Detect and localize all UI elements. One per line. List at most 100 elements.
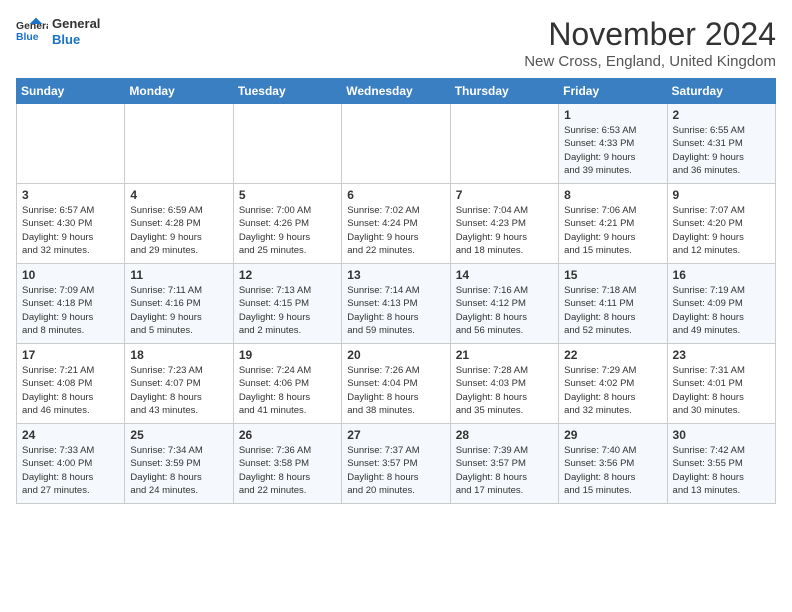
day-number: 26 xyxy=(239,428,336,442)
day-number: 17 xyxy=(22,348,119,362)
cell-4-6: 30 Sunrise: 7:42 AM Sunset: 3:55 PM Dayli… xyxy=(667,424,775,504)
cell-1-6: 9Sunrise: 7:07 AM Sunset: 4:20 PM Daylig… xyxy=(667,184,775,264)
cell-2-3: 13 Sunrise: 7:14 AM Sunset: 4:13 PM Dayli… xyxy=(342,264,450,344)
calendar-header: SundayMondayTuesdayWednesdayThursdayFrid… xyxy=(17,79,776,104)
day-info: Sunrise: 6:55 AM Sunset: 4:31 PM Dayligh… xyxy=(673,124,770,177)
header-row: SundayMondayTuesdayWednesdayThursdayFrid… xyxy=(17,79,776,104)
day-number: 30 xyxy=(673,428,770,442)
day-info: Sunrise: 7:02 AM Sunset: 4:24 PM Dayligh… xyxy=(347,204,444,257)
day-info: Sunrise: 7:11 AM Sunset: 4:16 PM Dayligh… xyxy=(130,284,227,337)
header-wednesday: Wednesday xyxy=(342,79,450,104)
day-info: Sunrise: 6:59 AM Sunset: 4:28 PM Dayligh… xyxy=(130,204,227,257)
cell-4-4: 28 Sunrise: 7:39 AM Sunset: 3:57 PM Dayli… xyxy=(450,424,558,504)
cell-1-5: 8 Sunrise: 7:06 AM Sunset: 4:21 PM Daylig… xyxy=(559,184,667,264)
logo: General Blue General Blue xyxy=(16,16,100,48)
cell-2-6: 16 Sunrise: 7:19 AM Sunset: 4:09 PM Dayli… xyxy=(667,264,775,344)
cell-0-1 xyxy=(125,104,233,184)
cell-0-5: 1Sunrise: 6:53 AM Sunset: 4:33 PM Daylig… xyxy=(559,104,667,184)
cell-3-0: 17 Sunrise: 7:21 AM Sunset: 4:08 PM Dayli… xyxy=(17,344,125,424)
cell-0-0 xyxy=(17,104,125,184)
day-number: 1 xyxy=(564,108,661,122)
calendar-subtitle: New Cross, England, United Kingdom xyxy=(524,53,776,70)
cell-1-0: 3Sunrise: 6:57 AM Sunset: 4:30 PM Daylig… xyxy=(17,184,125,264)
title-area: November 2024 New Cross, England, United… xyxy=(524,16,776,70)
day-number: 7 xyxy=(456,188,553,202)
cell-1-2: 5 Sunrise: 7:00 AM Sunset: 4:26 PM Daylig… xyxy=(233,184,341,264)
day-number: 15 xyxy=(564,268,661,282)
day-info: Sunrise: 7:04 AM Sunset: 4:23 PM Dayligh… xyxy=(456,204,553,257)
day-info: Sunrise: 7:33 AM Sunset: 4:00 PM Dayligh… xyxy=(22,444,119,497)
day-number: 27 xyxy=(347,428,444,442)
logo-icon: General Blue xyxy=(16,16,48,48)
cell-2-2: 12 Sunrise: 7:13 AM Sunset: 4:15 PM Dayli… xyxy=(233,264,341,344)
day-info: Sunrise: 7:37 AM Sunset: 3:57 PM Dayligh… xyxy=(347,444,444,497)
header: General Blue General Blue November 2024 … xyxy=(16,16,776,70)
day-number: 4 xyxy=(130,188,227,202)
cell-2-5: 15 Sunrise: 7:18 AM Sunset: 4:11 PM Dayli… xyxy=(559,264,667,344)
day-info: Sunrise: 7:29 AM Sunset: 4:02 PM Dayligh… xyxy=(564,364,661,417)
calendar-table: SundayMondayTuesdayWednesdayThursdayFrid… xyxy=(16,78,776,504)
day-number: 8 xyxy=(564,188,661,202)
day-number: 11 xyxy=(130,268,227,282)
day-info: Sunrise: 7:14 AM Sunset: 4:13 PM Dayligh… xyxy=(347,284,444,337)
header-sunday: Sunday xyxy=(17,79,125,104)
day-info: Sunrise: 7:19 AM Sunset: 4:09 PM Dayligh… xyxy=(673,284,770,337)
cell-0-2 xyxy=(233,104,341,184)
cell-2-0: 10Sunrise: 7:09 AM Sunset: 4:18 PM Dayli… xyxy=(17,264,125,344)
header-monday: Monday xyxy=(125,79,233,104)
cell-1-1: 4 Sunrise: 6:59 AM Sunset: 4:28 PM Daylig… xyxy=(125,184,233,264)
day-info: Sunrise: 7:16 AM Sunset: 4:12 PM Dayligh… xyxy=(456,284,553,337)
day-info: Sunrise: 7:13 AM Sunset: 4:15 PM Dayligh… xyxy=(239,284,336,337)
cell-0-3 xyxy=(342,104,450,184)
day-info: Sunrise: 7:31 AM Sunset: 4:01 PM Dayligh… xyxy=(673,364,770,417)
day-info: Sunrise: 7:23 AM Sunset: 4:07 PM Dayligh… xyxy=(130,364,227,417)
day-number: 5 xyxy=(239,188,336,202)
header-thursday: Thursday xyxy=(450,79,558,104)
header-saturday: Saturday xyxy=(667,79,775,104)
day-number: 24 xyxy=(22,428,119,442)
cell-4-5: 29Sunrise: 7:40 AM Sunset: 3:56 PM Dayli… xyxy=(559,424,667,504)
day-number: 28 xyxy=(456,428,553,442)
day-number: 6 xyxy=(347,188,444,202)
day-number: 12 xyxy=(239,268,336,282)
cell-2-1: 11 Sunrise: 7:11 AM Sunset: 4:16 PM Dayli… xyxy=(125,264,233,344)
day-info: Sunrise: 7:06 AM Sunset: 4:21 PM Dayligh… xyxy=(564,204,661,257)
day-number: 10 xyxy=(22,268,119,282)
day-number: 13 xyxy=(347,268,444,282)
day-info: Sunrise: 7:18 AM Sunset: 4:11 PM Dayligh… xyxy=(564,284,661,337)
day-info: Sunrise: 7:26 AM Sunset: 4:04 PM Dayligh… xyxy=(347,364,444,417)
calendar-title: November 2024 xyxy=(524,16,776,53)
day-number: 25 xyxy=(130,428,227,442)
cell-1-4: 7 Sunrise: 7:04 AM Sunset: 4:23 PM Daylig… xyxy=(450,184,558,264)
day-number: 19 xyxy=(239,348,336,362)
cell-3-2: 19 Sunrise: 7:24 AM Sunset: 4:06 PM Dayli… xyxy=(233,344,341,424)
cell-4-3: 27 Sunrise: 7:37 AM Sunset: 3:57 PM Dayli… xyxy=(342,424,450,504)
week-row-3: 17 Sunrise: 7:21 AM Sunset: 4:08 PM Dayli… xyxy=(17,344,776,424)
day-info: Sunrise: 7:28 AM Sunset: 4:03 PM Dayligh… xyxy=(456,364,553,417)
cell-3-3: 20Sunrise: 7:26 AM Sunset: 4:04 PM Dayli… xyxy=(342,344,450,424)
day-number: 3 xyxy=(22,188,119,202)
day-info: Sunrise: 7:07 AM Sunset: 4:20 PM Dayligh… xyxy=(673,204,770,257)
cell-3-1: 18 Sunrise: 7:23 AM Sunset: 4:07 PM Dayli… xyxy=(125,344,233,424)
week-row-1: 3Sunrise: 6:57 AM Sunset: 4:30 PM Daylig… xyxy=(17,184,776,264)
week-row-0: 1Sunrise: 6:53 AM Sunset: 4:33 PM Daylig… xyxy=(17,104,776,184)
day-number: 18 xyxy=(130,348,227,362)
day-info: Sunrise: 7:39 AM Sunset: 3:57 PM Dayligh… xyxy=(456,444,553,497)
svg-text:Blue: Blue xyxy=(16,32,39,43)
logo-text: General Blue xyxy=(52,16,100,47)
header-friday: Friday xyxy=(559,79,667,104)
day-number: 23 xyxy=(673,348,770,362)
cell-4-2: 26 Sunrise: 7:36 AM Sunset: 3:58 PM Dayli… xyxy=(233,424,341,504)
cell-3-4: 21Sunrise: 7:28 AM Sunset: 4:03 PM Dayli… xyxy=(450,344,558,424)
day-info: Sunrise: 7:42 AM Sunset: 3:55 PM Dayligh… xyxy=(673,444,770,497)
day-number: 29 xyxy=(564,428,661,442)
day-number: 16 xyxy=(673,268,770,282)
cell-3-6: 23 Sunrise: 7:31 AM Sunset: 4:01 PM Dayli… xyxy=(667,344,775,424)
cell-3-5: 22Sunrise: 7:29 AM Sunset: 4:02 PM Dayli… xyxy=(559,344,667,424)
cell-2-4: 14Sunrise: 7:16 AM Sunset: 4:12 PM Dayli… xyxy=(450,264,558,344)
day-info: Sunrise: 7:21 AM Sunset: 4:08 PM Dayligh… xyxy=(22,364,119,417)
day-info: Sunrise: 7:36 AM Sunset: 3:58 PM Dayligh… xyxy=(239,444,336,497)
day-info: Sunrise: 7:24 AM Sunset: 4:06 PM Dayligh… xyxy=(239,364,336,417)
cell-0-6: 2Sunrise: 6:55 AM Sunset: 4:31 PM Daylig… xyxy=(667,104,775,184)
day-info: Sunrise: 7:00 AM Sunset: 4:26 PM Dayligh… xyxy=(239,204,336,257)
